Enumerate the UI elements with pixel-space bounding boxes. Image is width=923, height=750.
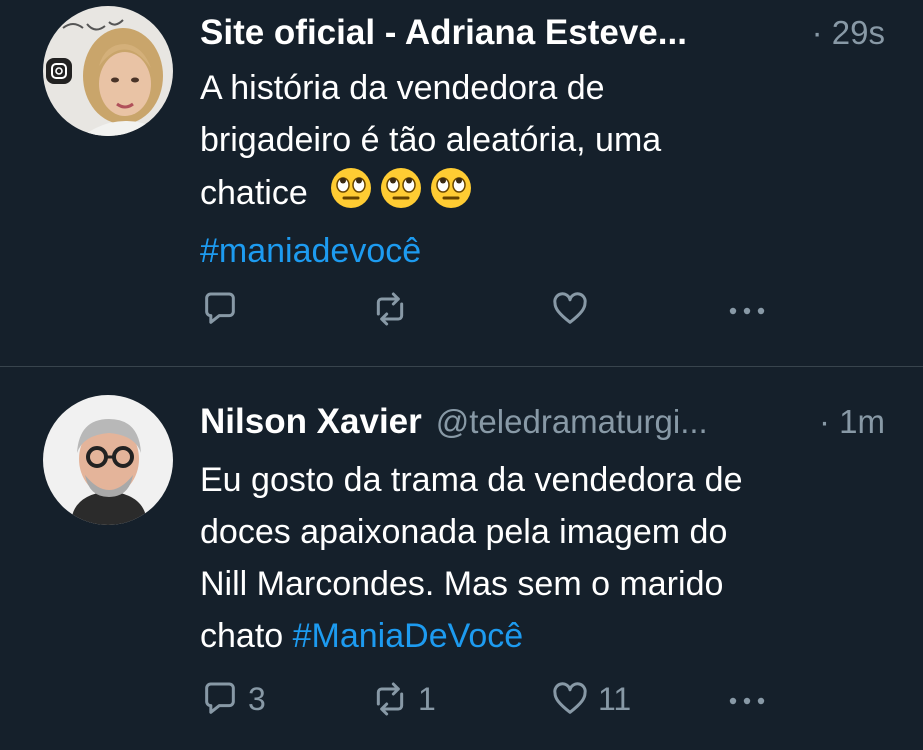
tweet-header: Nilson Xavier @teledramaturgi... · 1m (200, 400, 885, 444)
text-line: chatice (200, 174, 308, 212)
text-line: Eu gosto da trama da vendedora de (200, 461, 743, 499)
retweet-button[interactable]: 1 (370, 677, 436, 721)
hashtag-link[interactable]: #maniadevocê (200, 232, 421, 270)
rolling-eyes-emoji-icon (329, 166, 373, 225)
more-options-button[interactable] (725, 287, 769, 331)
heart-icon (553, 682, 587, 714)
like-count: 11 (598, 680, 632, 717)
reply-icon (205, 682, 235, 714)
rolling-eyes-emoji-icon (379, 166, 423, 225)
reply-button[interactable] (200, 287, 240, 331)
author-name[interactable]: Nilson Xavier (200, 402, 422, 442)
timestamp[interactable]: · 29s (796, 14, 885, 52)
author-handle[interactable]: @teledramaturgi... (436, 403, 708, 441)
text-line: A história da vendedora de (200, 69, 605, 107)
retweet-icon (376, 292, 404, 326)
avatar-photo (43, 395, 173, 525)
avatar[interactable] (43, 395, 173, 525)
more-options-button[interactable] (725, 677, 769, 721)
text-line: chato (200, 617, 293, 655)
like-button[interactable] (550, 287, 590, 331)
avatar[interactable] (43, 6, 173, 136)
like-button[interactable]: 11 (550, 677, 631, 721)
author-name[interactable]: Site oficial - Adriana Esteve... (200, 13, 687, 53)
avatar-photo (43, 6, 173, 136)
heart-icon (553, 292, 587, 324)
text-line: brigadeiro é tão aleatória, uma (200, 121, 662, 159)
retweet-icon (376, 682, 404, 716)
tweet-text: A história da vendedora de brigadeiro é … (200, 62, 890, 277)
text-line: Nill Marcondes. Mas sem o marido (200, 565, 724, 603)
more-icon (729, 697, 765, 705)
reply-button[interactable]: 3 (200, 677, 266, 721)
hashtag-link[interactable]: #ManiaDeVocê (293, 617, 524, 655)
tweet-header: Site oficial - Adriana Esteve... · 29s (200, 11, 885, 55)
retweet-count: 1 (418, 680, 436, 717)
tweet-actions: 3 1 11 (200, 677, 890, 721)
tweet-text: Eu gosto da trama da vendedora de doces … (200, 454, 890, 662)
tweet-actions (200, 287, 890, 331)
rolling-eyes-emoji-icon (429, 166, 473, 225)
reply-icon (205, 292, 235, 324)
tweet[interactable]: Nilson Xavier @teledramaturgi... · 1m Eu… (0, 367, 923, 750)
timestamp[interactable]: · 1m (803, 403, 885, 441)
text-line-with-emoji: chatice (200, 166, 890, 225)
tweet[interactable]: Site oficial - Adriana Esteve... · 29s A… (0, 0, 923, 366)
retweet-button[interactable] (370, 287, 410, 331)
reply-count: 3 (248, 680, 266, 717)
more-icon (729, 307, 765, 315)
text-line: doces apaixonada pela imagem do (200, 513, 728, 551)
